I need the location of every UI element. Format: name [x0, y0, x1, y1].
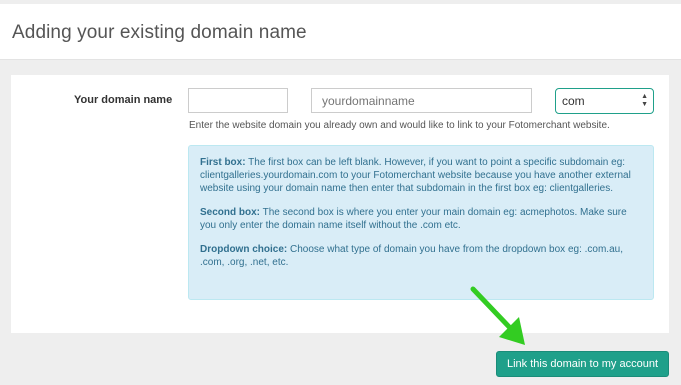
subdomain-input[interactable] [188, 88, 288, 113]
tld-dropdown[interactable]: com ▲ ▼ [555, 88, 654, 114]
domain-name-label: Your domain name [74, 94, 173, 106]
first-box-text: The first box can be left blank. However… [200, 157, 631, 194]
domain-input[interactable] [311, 88, 532, 113]
second-box-text: The second box is where you enter your m… [200, 207, 627, 231]
header-panel: Adding your existing domain name [0, 4, 681, 60]
domain-help-text: Enter the website domain you already own… [189, 120, 610, 131]
second-box-info: Second box: The second box is where you … [200, 206, 642, 232]
dropdown-title: Dropdown choice: [200, 244, 288, 255]
first-box-title: First box: [200, 157, 246, 168]
select-updown-icon: ▲ ▼ [641, 93, 648, 108]
dropdown-info: Dropdown choice: Choose what type of dom… [200, 243, 642, 269]
first-box-info: First box: The first box can be left bla… [200, 156, 642, 195]
second-box-title: Second box: [200, 207, 261, 218]
link-domain-button[interactable]: Link this domain to my account [496, 351, 669, 377]
green-arrow-icon [470, 286, 525, 345]
tld-selected-value: com [562, 94, 585, 108]
info-box: First box: The first box can be left bla… [188, 145, 654, 300]
domain-form: Your domain name com ▲▼ Enter the websit… [11, 75, 669, 333]
page-title: Adding your existing domain name [12, 22, 307, 43]
